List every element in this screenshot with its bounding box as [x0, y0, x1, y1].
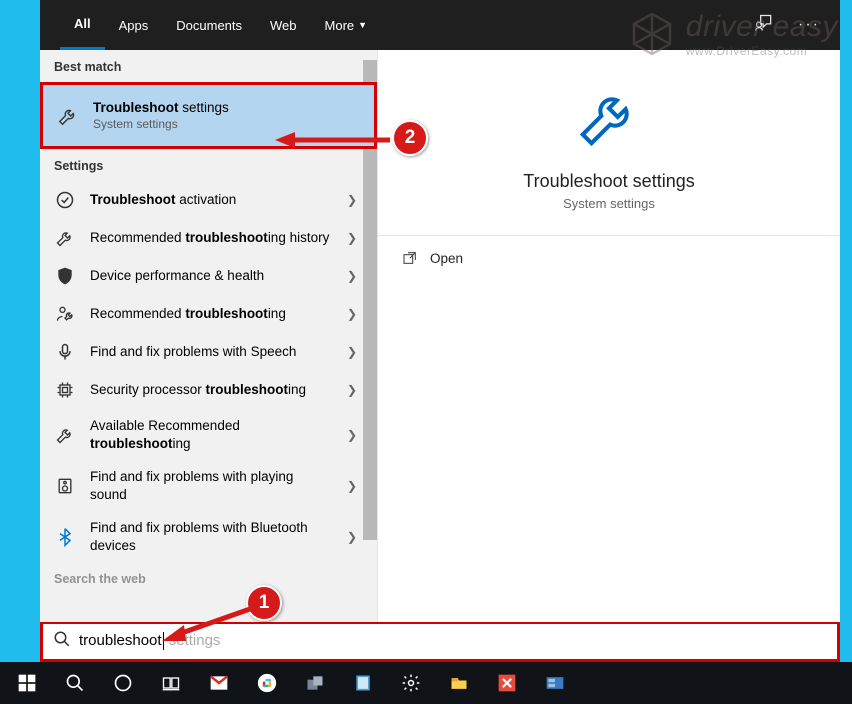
- speaker-icon: [54, 475, 76, 497]
- result-text: Find and fix problems with Speech: [90, 343, 333, 361]
- search-content: Best match Troubleshoot settings System …: [40, 50, 840, 662]
- best-match-text: Troubleshoot settings System settings: [93, 99, 360, 132]
- chevron-right-icon: ❯: [347, 193, 357, 207]
- result-text: Find and fix problems with playing sound: [90, 468, 333, 503]
- search-window: All Apps Documents Web More▼ ··· Best ma…: [40, 0, 840, 662]
- tab-apps[interactable]: Apps: [105, 0, 163, 50]
- mic-icon: [54, 341, 76, 363]
- result-text: Available Recommended troubleshooting: [90, 417, 333, 452]
- settings-result-item[interactable]: Recommended troubleshooting ❯: [40, 295, 377, 333]
- wrench-large-icon: [574, 82, 644, 157]
- taskbar-notepad-icon[interactable]: [340, 662, 386, 704]
- annotation-arrow-2: [275, 130, 395, 150]
- open-action[interactable]: Open: [378, 235, 840, 280]
- settings-result-item[interactable]: Find and fix problems with Bluetooth dev…: [40, 511, 377, 562]
- bluetooth-icon: [54, 526, 76, 548]
- result-text: Recommended troubleshooting: [90, 305, 333, 323]
- wrench-icon: [57, 105, 79, 127]
- result-text: Device performance & health: [90, 267, 333, 285]
- cortana-icon[interactable]: [100, 662, 146, 704]
- more-options-icon[interactable]: ···: [798, 16, 820, 34]
- chevron-right-icon: ❯: [347, 231, 357, 245]
- settings-result-item[interactable]: Find and fix problems with playing sound…: [40, 460, 377, 511]
- settings-result-item[interactable]: Recommended troubleshooting history ❯: [40, 219, 377, 257]
- open-icon: [402, 250, 418, 266]
- open-label: Open: [430, 251, 463, 266]
- shield-icon: [54, 265, 76, 287]
- chevron-right-icon: ❯: [347, 307, 357, 321]
- details-title: Troubleshoot settings: [523, 171, 694, 192]
- settings-result-item[interactable]: Available Recommended troubleshooting ❯: [40, 409, 377, 460]
- result-text: Security processor troubleshooting: [90, 381, 333, 399]
- wrench-icon: [54, 227, 76, 249]
- feedback-icon[interactable]: [754, 13, 774, 38]
- details-subtitle: System settings: [563, 196, 655, 211]
- settings-result-item[interactable]: Device performance & health ❯: [40, 257, 377, 295]
- search-icon: [53, 630, 71, 653]
- settings-result-item[interactable]: Find and fix problems with Speech ❯: [40, 333, 377, 371]
- section-search-web: Search the web: [40, 562, 377, 594]
- section-settings: Settings: [40, 149, 377, 181]
- tab-web[interactable]: Web: [256, 0, 311, 50]
- section-best-match: Best match: [40, 50, 377, 82]
- start-button[interactable]: [4, 662, 50, 704]
- annotation-arrow-1: [158, 605, 258, 645]
- chevron-right-icon: ❯: [347, 530, 357, 544]
- details-column: Troubleshoot settings System settings Op…: [378, 50, 840, 662]
- taskbar-settings-icon[interactable]: [388, 662, 434, 704]
- settings-result-item[interactable]: Security processor troubleshooting ❯: [40, 371, 377, 409]
- chevron-right-icon: ❯: [347, 479, 357, 493]
- settings-result-item[interactable]: Troubleshoot activation ❯: [40, 181, 377, 219]
- taskbar: [0, 662, 852, 704]
- search-tabs: All Apps Documents Web More▼ ···: [40, 0, 840, 50]
- taskbar-gmail-icon[interactable]: [196, 662, 242, 704]
- taskbar-app-icon-1[interactable]: [292, 662, 338, 704]
- chevron-right-icon: ❯: [347, 345, 357, 359]
- wrench-icon: [54, 424, 76, 446]
- annotation-step-2: 2: [392, 120, 428, 156]
- taskbar-explorer-icon[interactable]: [436, 662, 482, 704]
- tab-documents[interactable]: Documents: [162, 0, 256, 50]
- chevron-down-icon: ▼: [358, 20, 367, 30]
- chevron-right-icon: ❯: [347, 383, 357, 397]
- taskbar-close-app-icon[interactable]: [484, 662, 530, 704]
- chip-icon: [54, 379, 76, 401]
- tab-all[interactable]: All: [60, 0, 105, 50]
- details-header: Troubleshoot settings System settings: [378, 50, 840, 235]
- chevron-right-icon: ❯: [347, 428, 357, 442]
- result-text: Find and fix problems with Bluetooth dev…: [90, 519, 333, 554]
- result-text: Troubleshoot activation: [90, 191, 333, 209]
- taskbar-search-icon[interactable]: [52, 662, 98, 704]
- checkmark-circle-icon: [54, 189, 76, 211]
- result-text: Recommended troubleshooting history: [90, 229, 333, 247]
- tab-more[interactable]: More▼: [311, 0, 382, 50]
- person-wrench-icon: [54, 303, 76, 325]
- taskbar-control-panel-icon[interactable]: [532, 662, 578, 704]
- taskbar-slack-icon[interactable]: [244, 662, 290, 704]
- chevron-right-icon: ❯: [347, 269, 357, 283]
- task-view-icon[interactable]: [148, 662, 194, 704]
